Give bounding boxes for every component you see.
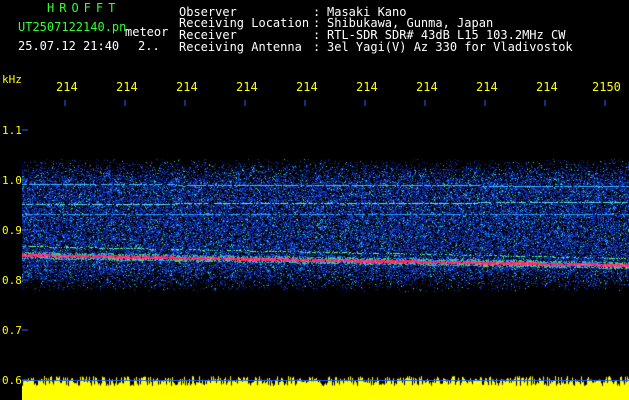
y-tick-label: 1.1 (2, 124, 22, 137)
app-title: HROFFT (47, 1, 121, 15)
y-tick-label: 0.7 (2, 324, 22, 337)
y-tick-label: 0.9 (2, 224, 22, 237)
x-tick-label: 214 (416, 80, 438, 94)
x-tick-label: 2150 (592, 80, 621, 94)
datetime: 25.07.12 21:40 (18, 39, 120, 53)
meta-label-antenna: Receiving Antenna (179, 40, 302, 54)
meta-value-antenna: 3el Yagi(V) Az 330 for Vladivostok (327, 40, 573, 54)
x-tick-label: 214 (116, 80, 138, 94)
y-tick-label: 0.6 (2, 374, 22, 387)
x-tick-label: 214 (176, 80, 198, 94)
meta-colon: : (313, 40, 321, 54)
x-tick-marks (64, 100, 606, 106)
y-tick-label: 1.0 (2, 174, 22, 187)
spectrogram-grid (22, 100, 606, 381)
x-tick-label: 214 (236, 80, 258, 94)
y-tick-marks (22, 129, 28, 381)
x-tick-label: 214 (536, 80, 558, 94)
mode-label: meteor (125, 25, 169, 39)
x-tick-label: 214 (296, 80, 318, 94)
y-axis-unit: kHz (2, 73, 22, 86)
x-tick-label: 214 (476, 80, 498, 94)
y-tick-label: 0.8 (2, 274, 22, 287)
x-tick-label: 214 (356, 80, 378, 94)
x-tick-label: 214 (56, 80, 78, 94)
extra-label: 2.. (138, 39, 160, 53)
filename: UT2507122140.pn (18, 20, 127, 34)
